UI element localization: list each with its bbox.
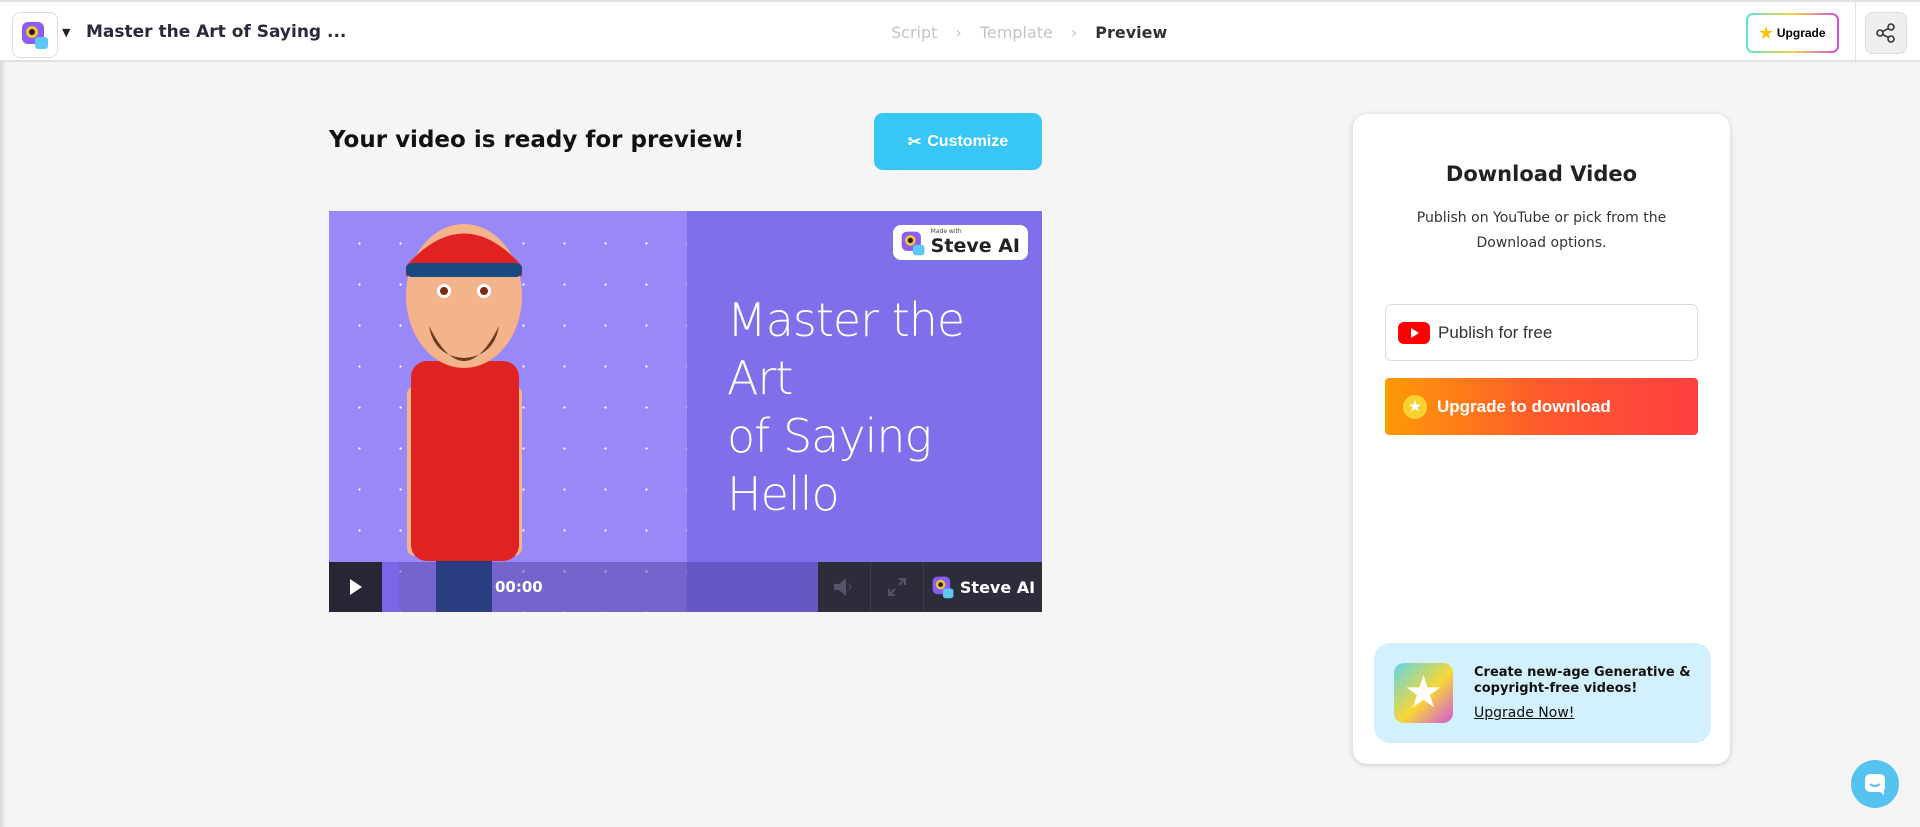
step-preview[interactable]: Preview [1095,23,1167,42]
video-controls: 00:00 Steve AI [329,562,1042,612]
steve-ai-logo-icon [901,231,925,255]
fullscreen-button[interactable] [871,562,924,612]
video-player[interactable]: Master the Art of Saying Hello Made with S… [329,211,1042,612]
upgrade-now-link[interactable]: Upgrade Now! [1474,705,1574,721]
volume-icon [834,578,851,596]
customize-button[interactable]: ✂ Customize [874,113,1042,170]
top-bar: ▼ Master the Art of Saying ... Script › T… [0,0,1920,64]
share-button[interactable] [1865,12,1907,54]
time-display: 00:00 [495,578,543,596]
download-subtitle: Publish on YouTube or pick from the Down… [1416,210,1667,251]
progress-fill [382,562,399,612]
youtube-icon [1398,321,1430,344]
video-left-panel [329,211,687,612]
cartoon-character [406,224,522,612]
progress-bar[interactable]: 00:00 [382,562,818,612]
breadcrumb: Script › Template › Preview [891,23,1167,42]
promo-text: Create new-age Generative & copyright-fr… [1474,665,1691,696]
project-title[interactable]: Master the Art of Saying ... [86,22,346,42]
steve-ai-logo-icon [22,22,48,49]
chat-icon [1865,774,1885,795]
divider [1855,2,1856,64]
star-icon: ★ [1403,394,1427,419]
chat-support-button[interactable] [1851,760,1899,808]
step-script[interactable]: Script [891,23,937,42]
publish-youtube-button[interactable]: Publish for free [1385,304,1698,361]
download-title: Download Video [1445,162,1638,186]
promo-banner: ★ Create new-age Generative & copyright-… [1374,643,1711,743]
star-badge-icon: ★ [1394,663,1453,723]
star-icon: ★ [1759,25,1773,42]
play-button[interactable] [329,562,382,612]
play-icon [349,579,362,595]
download-panel: Download Video Publish on YouTube or pic… [1353,114,1730,764]
player-brand[interactable]: Steve AI [924,562,1042,612]
fullscreen-icon [888,578,906,596]
video-title-text: Master the Art of Saying Hello [727,293,965,521]
share-icon [1876,23,1895,43]
steve-ai-logo-icon [932,576,954,599]
app-logo-button[interactable] [12,12,58,58]
project-menu-chevron-icon[interactable]: ▼ [62,26,70,39]
upgrade-button[interactable]: ★ Upgrade [1746,13,1839,53]
chevron-right-icon: › [1070,23,1078,42]
upgrade-to-download-button[interactable]: ★ Upgrade to download [1385,378,1698,435]
left-edge [0,62,6,827]
scissors-icon: ✂ [907,133,922,151]
page-heading: Your video is ready for preview! [329,127,745,153]
step-template[interactable]: Template [980,23,1053,42]
made-with-badge: Made with Steve AI [892,225,1028,260]
chevron-right-icon: › [955,23,962,42]
volume-button[interactable] [818,562,871,612]
